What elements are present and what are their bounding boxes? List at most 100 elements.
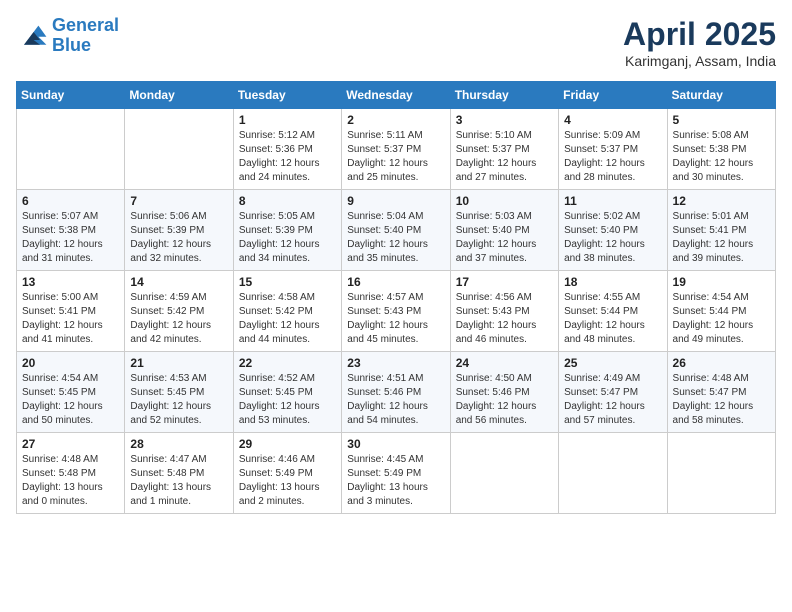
day-number: 27 <box>22 437 119 451</box>
calendar-cell: 10 Sunrise: 5:03 AM Sunset: 5:40 PM Dayli… <box>450 190 558 271</box>
calendar-cell: 28 Sunrise: 4:47 AM Sunset: 5:48 PM Dayli… <box>125 433 233 514</box>
cell-content: Sunrise: 5:00 AM Sunset: 5:41 PM Dayligh… <box>22 291 119 347</box>
day-number: 10 <box>456 194 553 208</box>
cell-content: Sunrise: 4:55 AM Sunset: 5:44 PM Dayligh… <box>564 291 661 347</box>
day-number: 25 <box>564 356 661 370</box>
calendar-cell: 15 Sunrise: 4:58 AM Sunset: 5:42 PM Dayli… <box>233 271 341 352</box>
cell-content: Sunrise: 4:53 AM Sunset: 5:45 PM Dayligh… <box>130 372 227 428</box>
calendar-cell: 1 Sunrise: 5:12 AM Sunset: 5:36 PM Daylig… <box>233 109 341 190</box>
day-number: 14 <box>130 275 227 289</box>
calendar-cell <box>667 433 775 514</box>
month-title: April 2025 <box>623 16 776 53</box>
calendar-cell: 23Sunrise: 4:51 AM Sunset: 5:46 PM Dayli… <box>342 352 450 433</box>
cell-content: Sunrise: 4:47 AM Sunset: 5:48 PM Dayligh… <box>130 453 227 509</box>
day-number: 15 <box>239 275 336 289</box>
day-number: 22 <box>239 356 336 370</box>
logo-icon <box>16 22 48 50</box>
day-number: 7 <box>130 194 227 208</box>
calendar-cell <box>450 433 558 514</box>
weekday-header: Tuesday <box>233 82 341 109</box>
calendar-cell <box>559 433 667 514</box>
calendar-cell: 12Sunrise: 5:01 AM Sunset: 5:41 PM Dayli… <box>667 190 775 271</box>
cell-content: Sunrise: 4:59 AM Sunset: 5:42 PM Dayligh… <box>130 291 227 347</box>
calendar-table: SundayMondayTuesdayWednesdayThursdayFrid… <box>16 81 776 514</box>
weekday-header: Saturday <box>667 82 775 109</box>
day-number: 18 <box>564 275 661 289</box>
calendar-cell: 6 Sunrise: 5:07 AM Sunset: 5:38 PM Daylig… <box>17 190 125 271</box>
calendar-cell: 4 Sunrise: 5:09 AM Sunset: 5:37 PM Daylig… <box>559 109 667 190</box>
calendar-cell: 14 Sunrise: 4:59 AM Sunset: 5:42 PM Dayli… <box>125 271 233 352</box>
calendar-header-row: SundayMondayTuesdayWednesdayThursdayFrid… <box>17 82 776 109</box>
title-block: April 2025 Karimganj, Assam, India <box>623 16 776 69</box>
day-number: 3 <box>456 113 553 127</box>
calendar-cell: 30 Sunrise: 4:45 AM Sunset: 5:49 PM Dayli… <box>342 433 450 514</box>
calendar-cell: 22 Sunrise: 4:52 AM Sunset: 5:45 PM Dayli… <box>233 352 341 433</box>
day-number: 5 <box>673 113 770 127</box>
calendar-week-row: 13 Sunrise: 5:00 AM Sunset: 5:41 PM Dayli… <box>17 271 776 352</box>
day-number: 12 <box>673 194 770 208</box>
calendar-cell: 16Sunrise: 4:57 AM Sunset: 5:43 PM Dayli… <box>342 271 450 352</box>
day-number: 23 <box>347 356 444 370</box>
day-number: 4 <box>564 113 661 127</box>
cell-content: Sunrise: 4:52 AM Sunset: 5:45 PM Dayligh… <box>239 372 336 428</box>
cell-content: Sunrise: 5:05 AM Sunset: 5:39 PM Dayligh… <box>239 210 336 266</box>
cell-content: Sunrise: 5:10 AM Sunset: 5:37 PM Dayligh… <box>456 129 553 185</box>
cell-content: Sunrise: 4:46 AM Sunset: 5:49 PM Dayligh… <box>239 453 336 509</box>
day-number: 2 <box>347 113 444 127</box>
calendar-week-row: 27Sunrise: 4:48 AM Sunset: 5:48 PM Dayli… <box>17 433 776 514</box>
cell-content: Sunrise: 4:54 AM Sunset: 5:44 PM Dayligh… <box>673 291 770 347</box>
calendar-cell: 24 Sunrise: 4:50 AM Sunset: 5:46 PM Dayli… <box>450 352 558 433</box>
day-number: 9 <box>347 194 444 208</box>
day-number: 16 <box>347 275 444 289</box>
day-number: 24 <box>456 356 553 370</box>
cell-content: Sunrise: 5:09 AM Sunset: 5:37 PM Dayligh… <box>564 129 661 185</box>
calendar-cell: 7 Sunrise: 5:06 AM Sunset: 5:39 PM Daylig… <box>125 190 233 271</box>
calendar-cell: 18 Sunrise: 4:55 AM Sunset: 5:44 PM Dayli… <box>559 271 667 352</box>
cell-content: Sunrise: 5:12 AM Sunset: 5:36 PM Dayligh… <box>239 129 336 185</box>
day-number: 13 <box>22 275 119 289</box>
cell-content: Sunrise: 4:48 AM Sunset: 5:47 PM Dayligh… <box>673 372 770 428</box>
location: Karimganj, Assam, India <box>623 53 776 69</box>
weekday-header: Friday <box>559 82 667 109</box>
cell-content: Sunrise: 5:08 AM Sunset: 5:38 PM Dayligh… <box>673 129 770 185</box>
calendar-cell <box>17 109 125 190</box>
logo: General Blue <box>16 16 119 56</box>
cell-content: Sunrise: 5:07 AM Sunset: 5:38 PM Dayligh… <box>22 210 119 266</box>
cell-content: Sunrise: 5:06 AM Sunset: 5:39 PM Dayligh… <box>130 210 227 266</box>
calendar-cell: 5 Sunrise: 5:08 AM Sunset: 5:38 PM Daylig… <box>667 109 775 190</box>
calendar-cell: 25Sunrise: 4:49 AM Sunset: 5:47 PM Dayli… <box>559 352 667 433</box>
logo-text: General Blue <box>52 16 119 56</box>
calendar-cell: 19 Sunrise: 4:54 AM Sunset: 5:44 PM Dayli… <box>667 271 775 352</box>
day-number: 20 <box>22 356 119 370</box>
calendar-week-row: 6 Sunrise: 5:07 AM Sunset: 5:38 PM Daylig… <box>17 190 776 271</box>
day-number: 21 <box>130 356 227 370</box>
cell-content: Sunrise: 5:03 AM Sunset: 5:40 PM Dayligh… <box>456 210 553 266</box>
day-number: 17 <box>456 275 553 289</box>
weekday-header: Wednesday <box>342 82 450 109</box>
calendar-week-row: 1 Sunrise: 5:12 AM Sunset: 5:36 PM Daylig… <box>17 109 776 190</box>
calendar-cell: 9 Sunrise: 5:04 AM Sunset: 5:40 PM Daylig… <box>342 190 450 271</box>
day-number: 29 <box>239 437 336 451</box>
weekday-header: Sunday <box>17 82 125 109</box>
day-number: 8 <box>239 194 336 208</box>
cell-content: Sunrise: 5:04 AM Sunset: 5:40 PM Dayligh… <box>347 210 444 266</box>
day-number: 11 <box>564 194 661 208</box>
day-number: 1 <box>239 113 336 127</box>
calendar-cell: 17 Sunrise: 4:56 AM Sunset: 5:43 PM Dayli… <box>450 271 558 352</box>
calendar-cell: 11 Sunrise: 5:02 AM Sunset: 5:40 PM Dayli… <box>559 190 667 271</box>
cell-content: Sunrise: 4:58 AM Sunset: 5:42 PM Dayligh… <box>239 291 336 347</box>
day-number: 28 <box>130 437 227 451</box>
calendar-cell: 29 Sunrise: 4:46 AM Sunset: 5:49 PM Dayli… <box>233 433 341 514</box>
day-number: 6 <box>22 194 119 208</box>
calendar-cell <box>125 109 233 190</box>
calendar-cell: 13 Sunrise: 5:00 AM Sunset: 5:41 PM Dayli… <box>17 271 125 352</box>
cell-content: Sunrise: 4:56 AM Sunset: 5:43 PM Dayligh… <box>456 291 553 347</box>
cell-content: Sunrise: 4:50 AM Sunset: 5:46 PM Dayligh… <box>456 372 553 428</box>
cell-content: Sunrise: 4:45 AM Sunset: 5:49 PM Dayligh… <box>347 453 444 509</box>
cell-content: Sunrise: 5:02 AM Sunset: 5:40 PM Dayligh… <box>564 210 661 266</box>
calendar-cell: 27Sunrise: 4:48 AM Sunset: 5:48 PM Dayli… <box>17 433 125 514</box>
day-number: 30 <box>347 437 444 451</box>
calendar-cell: 8 Sunrise: 5:05 AM Sunset: 5:39 PM Daylig… <box>233 190 341 271</box>
day-number: 19 <box>673 275 770 289</box>
calendar-cell: 21 Sunrise: 4:53 AM Sunset: 5:45 PM Dayli… <box>125 352 233 433</box>
